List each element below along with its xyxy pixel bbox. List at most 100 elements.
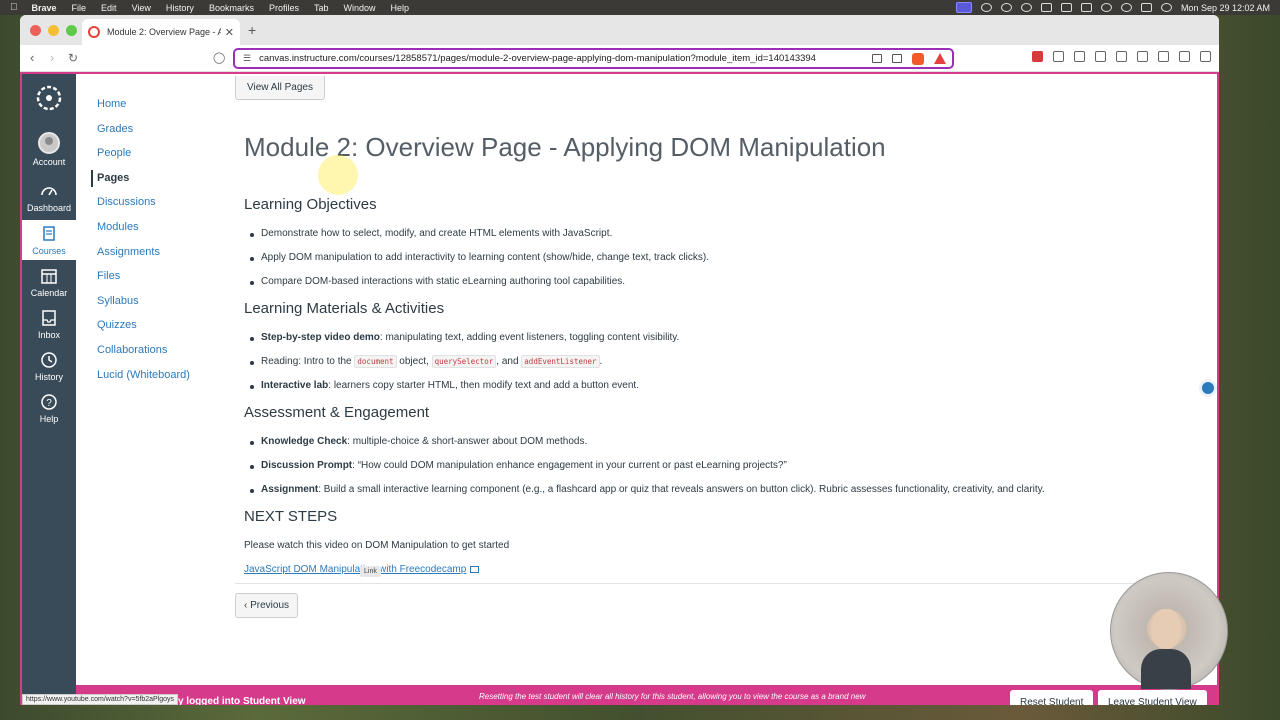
course-nav-people[interactable]: People — [96, 145, 190, 170]
bookmark-icon[interactable]: ◯ — [213, 51, 225, 64]
back-icon[interactable]: ‹ — [30, 50, 34, 65]
sidebar-icon[interactable] — [1095, 51, 1106, 62]
canvas-logo-icon[interactable] — [35, 84, 63, 112]
divider — [235, 583, 1200, 584]
download-icon[interactable] — [1116, 51, 1127, 62]
wifi-icon[interactable] — [1100, 3, 1112, 12]
objectives-list: Demonstrate how to select, modify, and c… — [244, 228, 709, 300]
menu-window[interactable]: Window — [343, 3, 375, 13]
reset-student-button[interactable]: Reset Student — [1010, 690, 1094, 705]
menu-file[interactable]: File — [72, 3, 87, 13]
browser-menu-icon[interactable] — [1200, 51, 1211, 62]
course-nav-collaborations[interactable]: Collaborations — [96, 342, 190, 367]
spotlight-icon[interactable] — [1120, 3, 1132, 12]
demo-text: : manipulating text, adding event listen… — [379, 332, 680, 343]
next-steps-text: Please watch this video on DOM Manipulat… — [244, 540, 510, 551]
maximize-window-button[interactable] — [66, 25, 77, 36]
webcam-overlay — [1110, 572, 1228, 690]
screen-record-icon[interactable] — [955, 2, 972, 13]
global-nav-courses[interactable]: Courses — [22, 220, 76, 260]
demo-label: Step-by-step video demo — [261, 332, 380, 343]
course-nav-pages[interactable]: Pages — [91, 169, 190, 187]
course-nav-syllabus[interactable]: Syllabus — [96, 293, 190, 318]
browser-tab-active[interactable]: Module 2: Overview Page - Ap ✕ — [82, 19, 240, 45]
status-icon-2[interactable] — [1000, 3, 1012, 12]
new-tab-icon[interactable]: + — [248, 22, 256, 38]
minimize-window-button[interactable] — [48, 25, 59, 36]
global-nav-help[interactable]: ? Help — [22, 393, 76, 424]
course-nav-grades[interactable]: Grades — [96, 121, 190, 146]
accessibility-handle-icon[interactable] — [1199, 379, 1217, 397]
course-nav-modules[interactable]: Modules — [96, 219, 190, 244]
close-tab-icon[interactable]: ✕ — [225, 26, 234, 39]
previous-button[interactable]: ‹ Previous — [235, 593, 299, 618]
global-nav-courses-label: Courses — [32, 246, 66, 256]
brave-shields-icon[interactable] — [912, 52, 924, 65]
course-nav-discussions[interactable]: Discussions — [96, 194, 190, 219]
course-nav-quizzes[interactable]: Quizzes — [96, 317, 190, 342]
bluetooth-icon[interactable] — [1060, 3, 1072, 12]
display-icon[interactable] — [1040, 3, 1052, 12]
battery-icon[interactable] — [1080, 3, 1092, 12]
global-nav-calendar[interactable]: Calendar — [22, 267, 76, 298]
global-nav-history[interactable]: History — [22, 351, 76, 382]
menu-clock[interactable]: Mon Sep 29 12:02 AM — [1181, 3, 1270, 13]
course-nav-files[interactable]: Files — [96, 268, 190, 293]
courses-icon — [43, 226, 55, 241]
list-item: Reading: Intro to the document object, q… — [244, 355, 679, 380]
vpn-icon[interactable] — [1179, 51, 1190, 62]
course-nav-lucid[interactable]: Lucid (Whiteboard) — [96, 367, 190, 392]
share-icon[interactable] — [892, 54, 902, 63]
siri-icon[interactable] — [1160, 3, 1172, 12]
canvas-page: Account Dashboard Courses Calendar Inbox… — [20, 72, 1219, 705]
menu-view[interactable]: View — [132, 3, 151, 13]
status-icon-1[interactable] — [980, 3, 992, 12]
menu-help[interactable]: Help — [391, 3, 410, 13]
code-addeventlistener: addEventListener — [521, 355, 600, 368]
materials-list: Step-by-step video demo: manipulating te… — [244, 332, 679, 404]
link-tooltip: Link — [360, 566, 381, 577]
global-nav-account[interactable]: Account — [22, 132, 76, 167]
history-icon — [41, 352, 57, 368]
menu-edit[interactable]: Edit — [101, 3, 117, 13]
menu-history[interactable]: History — [166, 3, 194, 13]
global-nav-dashboard[interactable]: Dashboard — [22, 182, 76, 213]
tab-title: Module 2: Overview Page - Ap — [107, 27, 221, 37]
menu-bookmarks[interactable]: Bookmarks — [209, 3, 254, 13]
global-nav-inbox[interactable]: Inbox — [22, 309, 76, 340]
list-item: Step-by-step video demo: manipulating te… — [244, 332, 679, 356]
reload-icon[interactable]: ↻ — [68, 51, 78, 65]
extension-red-icon[interactable] — [1032, 51, 1043, 62]
macos-menu-bar:  Brave File Edit View History Bookmarks… — [0, 0, 1280, 15]
global-nav-dashboard-label: Dashboard — [26, 203, 72, 213]
wallet-icon[interactable] — [1137, 51, 1148, 62]
menu-tab[interactable]: Tab — [314, 3, 329, 13]
extensions-puzzle-icon[interactable] — [1074, 51, 1085, 62]
extension-icon-1[interactable] — [1053, 51, 1064, 62]
menu-brave[interactable]: Brave — [32, 3, 57, 13]
brave-rewards-icon[interactable] — [934, 53, 946, 64]
lab-label: Interactive lab — [261, 380, 329, 391]
lab-text: : learners copy starter HTML, then modif… — [328, 380, 639, 391]
inbox-icon — [42, 310, 56, 326]
view-all-pages-button[interactable]: View All Pages — [235, 76, 325, 100]
course-nav-home[interactable]: Home — [96, 96, 190, 121]
external-link-icon — [470, 565, 480, 573]
leo-ai-icon[interactable] — [1158, 51, 1169, 62]
status-url-bubble: https://www.youtube.com/watch?v=5fb2aPlg… — [22, 694, 179, 705]
knowledge-check-label: Knowledge Check — [261, 436, 348, 447]
forward-icon[interactable]: › — [50, 50, 54, 65]
assignment-label: Assignment — [261, 484, 319, 495]
course-nav-assignments[interactable]: Assignments — [96, 244, 190, 269]
cast-icon[interactable] — [872, 54, 882, 63]
address-bar[interactable]: ☰ canvas.instructure.com/courses/1285857… — [233, 48, 954, 69]
apple-menu-icon[interactable]:  — [10, 2, 18, 13]
reading-mid-1: object, — [396, 356, 432, 367]
control-center-icon[interactable] — [1140, 3, 1152, 12]
site-settings-icon[interactable]: ☰ — [243, 53, 251, 64]
clock-icon[interactable] — [1020, 3, 1032, 12]
leave-student-view-button[interactable]: Leave Student View — [1098, 690, 1207, 705]
menu-profiles[interactable]: Profiles — [269, 3, 299, 13]
close-window-button[interactable] — [30, 25, 41, 36]
code-document: document — [354, 355, 397, 368]
